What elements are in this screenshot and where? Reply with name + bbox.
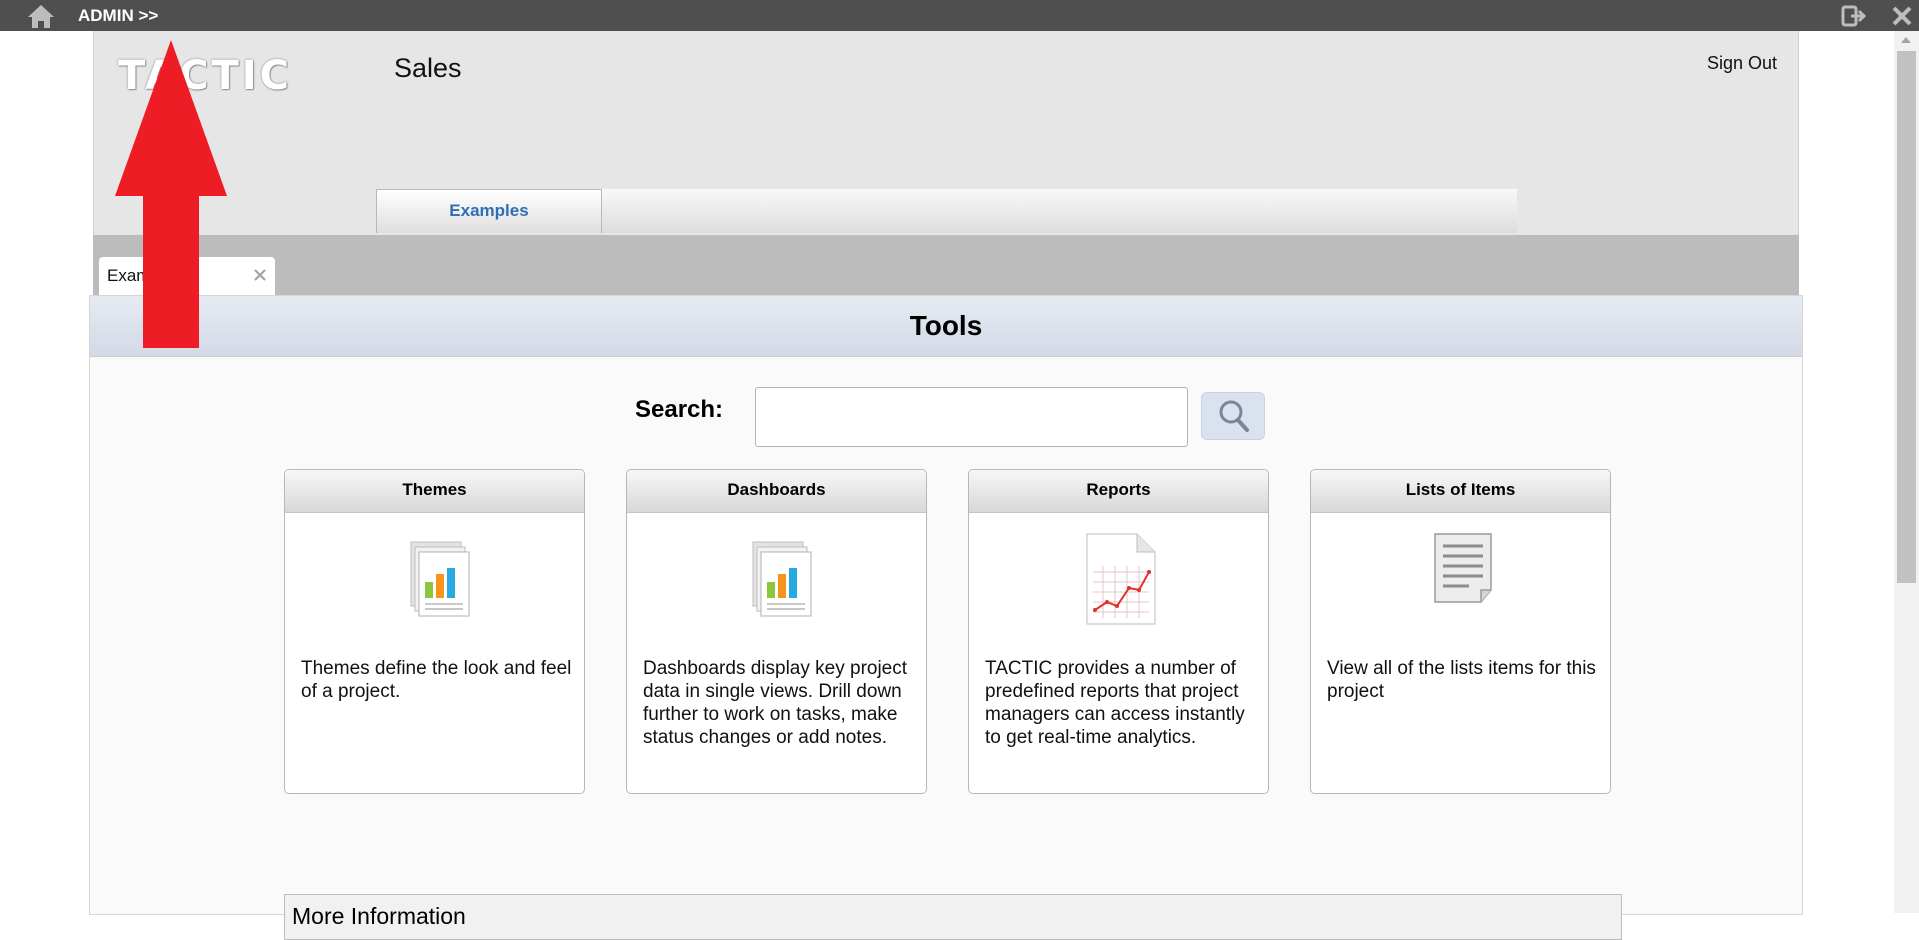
sign-out-link[interactable]: Sign Out: [1707, 53, 1777, 74]
card-dashboards[interactable]: Dashboards Dashboards display key projec…: [626, 469, 927, 794]
card-description: Dashboards display key project data in s…: [643, 658, 908, 748]
document-tab-strip: Exam: [93, 235, 1799, 297]
card-description: View all of the lists items for this pro…: [1327, 658, 1596, 702]
search-label: Search:: [635, 396, 724, 423]
report-icon: [1086, 533, 1156, 625]
card-lists-of-items[interactable]: Lists of Items View all of the lists ite…: [1310, 469, 1611, 794]
vertical-scrollbar[interactable]: [1894, 31, 1919, 913]
card-title: Lists of Items: [1311, 470, 1610, 513]
scrollbar-thumb[interactable]: [1897, 51, 1916, 583]
search-input[interactable]: [755, 387, 1188, 447]
search-icon: [1219, 400, 1249, 432]
project-title: Sales: [394, 53, 462, 83]
home-icon[interactable]: [26, 3, 56, 29]
card-themes[interactable]: Themes Themes define the look and feel o…: [284, 469, 585, 794]
list-document-icon: [1434, 533, 1492, 603]
card-reports[interactable]: Reports TACTIC provides a number of pred…: [968, 469, 1269, 794]
card-title: Themes: [285, 470, 584, 513]
chart-document-icon: [752, 541, 812, 617]
main-page: TACTIC Sales Sign Out Examples Exam Tool…: [89, 31, 1803, 940]
close-tab-icon[interactable]: [253, 268, 267, 282]
scroll-up-arrow-icon[interactable]: [1901, 37, 1911, 43]
card-description: Themes define the look and feel of a pro…: [301, 658, 572, 702]
tools-title: Tools: [90, 296, 1802, 357]
admin-menu-link[interactable]: ADMIN >>: [78, 6, 158, 26]
red-up-arrow-icon: [115, 40, 227, 348]
tab-examples[interactable]: Examples: [376, 189, 602, 233]
card-title: Dashboards: [627, 470, 926, 513]
logout-icon[interactable]: [1841, 5, 1867, 27]
more-information-section[interactable]: More Information: [284, 894, 1622, 940]
chart-document-icon: [410, 541, 470, 617]
app-header: TACTIC Sales Sign Out Examples: [93, 31, 1799, 235]
search-button[interactable]: [1201, 392, 1265, 440]
card-description: TACTIC provides a number of predefined r…: [985, 658, 1245, 748]
close-icon[interactable]: [1890, 4, 1914, 28]
admin-bar: ADMIN >>: [0, 0, 1919, 31]
main-nav: Examples: [376, 189, 1517, 233]
card-title: Reports: [969, 470, 1268, 513]
tools-panel: Tools Search: Themes Themes define the l…: [89, 295, 1803, 940]
